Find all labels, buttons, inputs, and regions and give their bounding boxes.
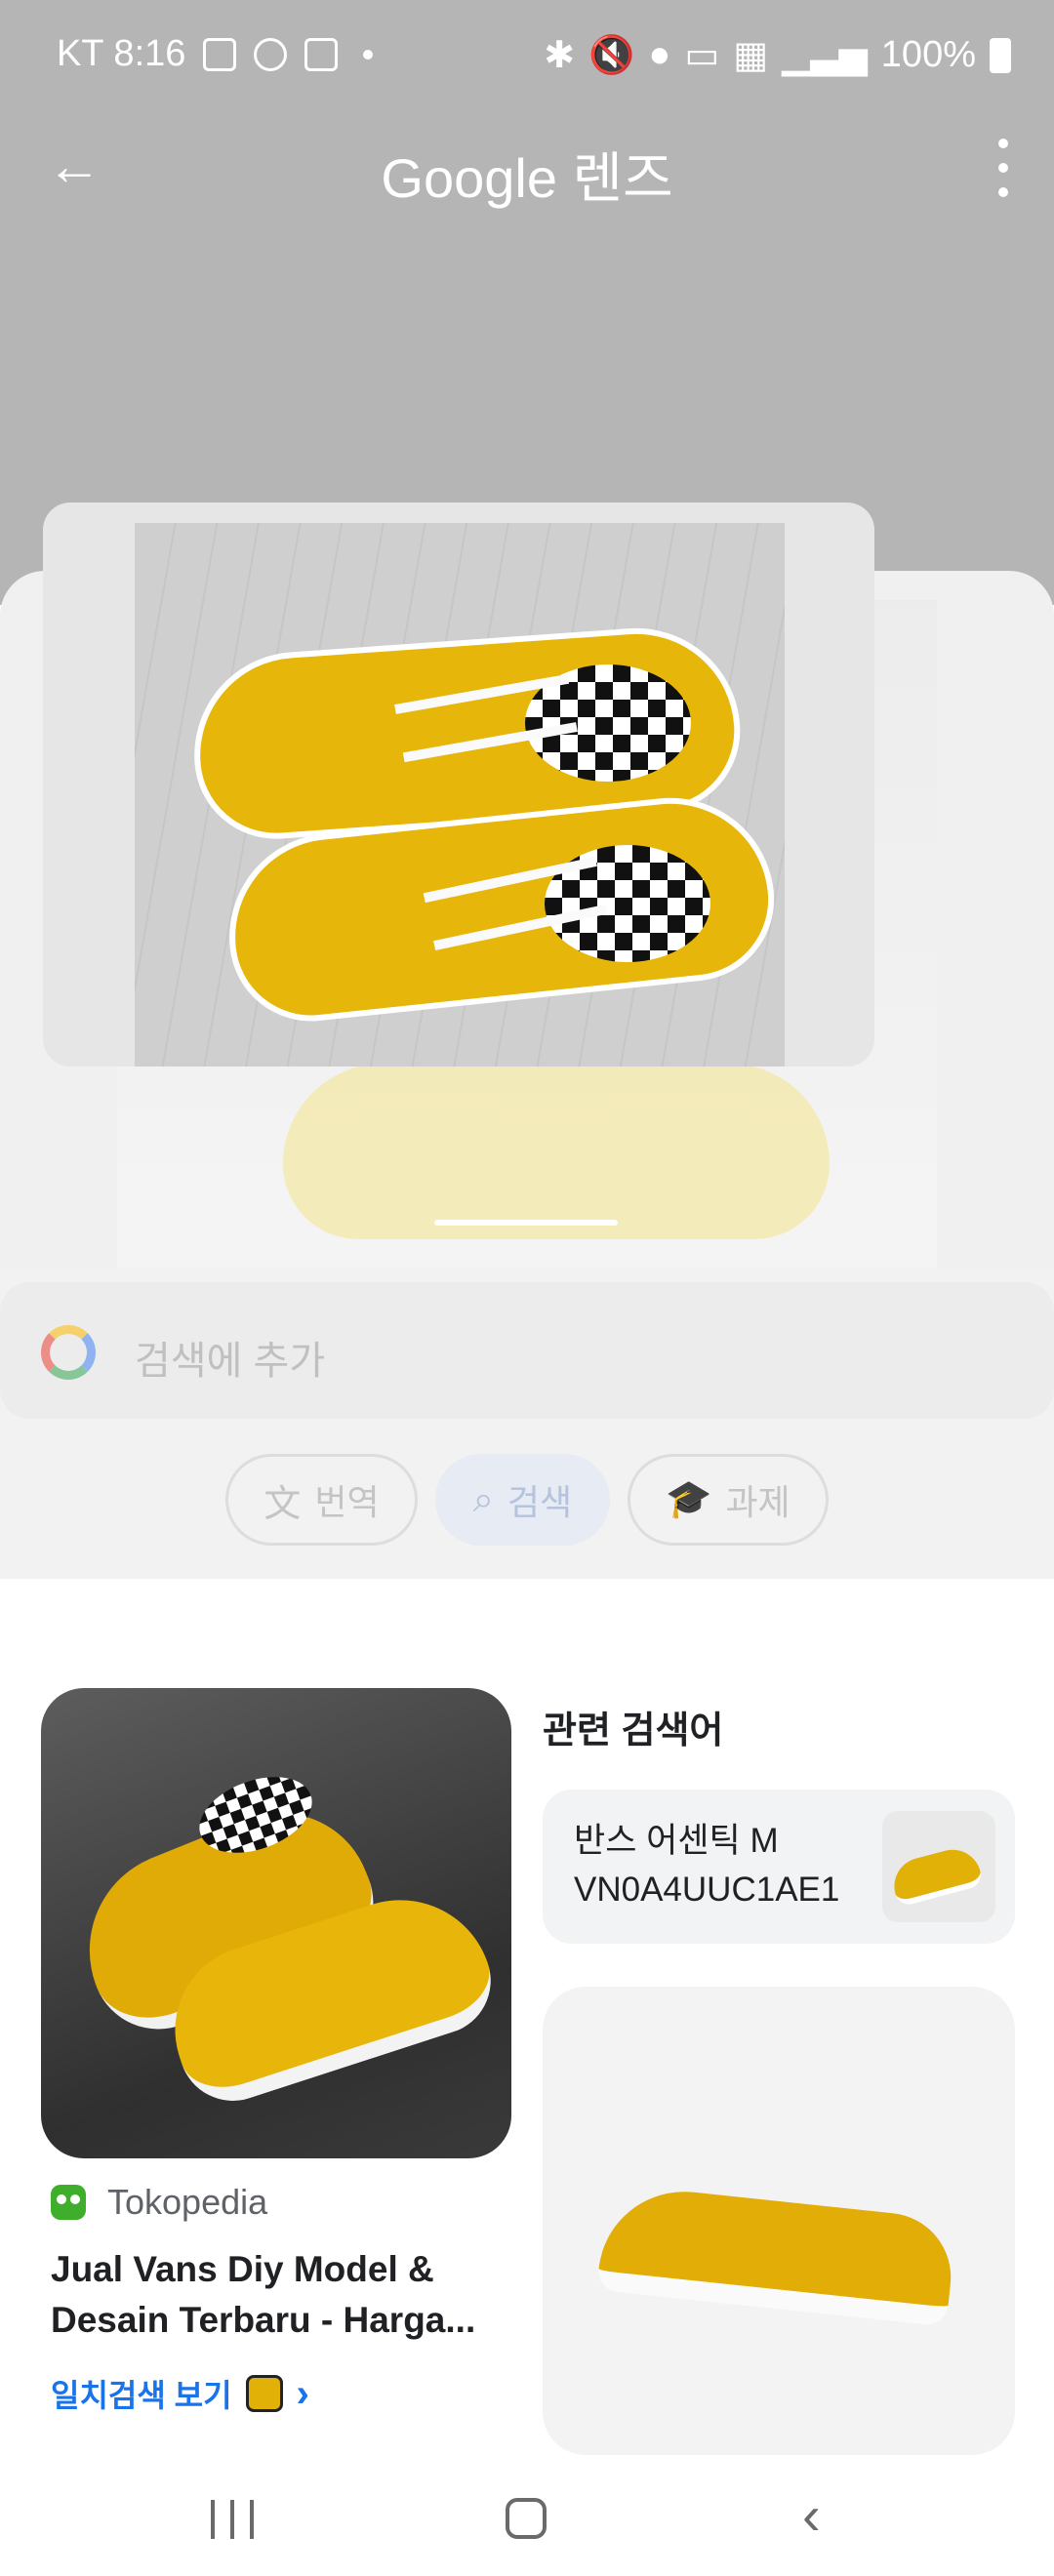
location-icon: ●: [648, 34, 671, 75]
system-nav-bar: ‹: [0, 2459, 1054, 2576]
chip-translate-label: 번역: [314, 1482, 380, 1522]
related-search-chip[interactable]: 반스 어센틱 M VN0A4UUC1AE1: [543, 1790, 1015, 1944]
bluetooth-icon: ✱: [544, 35, 576, 76]
5g-icon: ▦: [733, 35, 769, 76]
tokopedia-icon: [51, 2185, 86, 2220]
app-title: Google 렌즈: [381, 147, 673, 209]
mute-icon: 🔇: [588, 34, 635, 76]
hd-icon: ▭: [684, 35, 720, 76]
result-card-2[interactable]: [543, 1987, 1015, 2455]
result-shoe-image: [596, 2183, 957, 2327]
more-options-button[interactable]: [992, 139, 1015, 197]
battery-icon: [990, 37, 1011, 73]
status-bar: KT 8:16 ✱ 🔇 ● ▭ ▦ ▁▃▅ 100%: [0, 0, 1054, 109]
search-placeholder: 검색에 추가: [135, 1340, 326, 1383]
talk-icon: [254, 37, 288, 71]
recent-apps-button[interactable]: [211, 2500, 254, 2539]
home-button[interactable]: [506, 2498, 547, 2539]
search-area: 검색에 추가 文 번역 ⌕ 검색 🎓 과제: [0, 1268, 1054, 1579]
google-g-icon: [41, 1325, 96, 1380]
recent-apps-icon-bar: [230, 2500, 234, 2539]
view-matches-link[interactable]: 일치검색 보기 ›: [51, 2371, 309, 2416]
source-name: Tokopedia: [107, 2182, 268, 2222]
status-right: ✱ 🔇 ● ▭ ▦ ▁▃▅ 100%: [544, 33, 1011, 77]
result-source[interactable]: Tokopedia: [51, 2182, 267, 2223]
app-bar: ← Google 렌즈: [0, 117, 1054, 215]
status-left: KT 8:16: [57, 33, 374, 75]
nav-back-button[interactable]: ‹: [802, 2488, 821, 2543]
related-search-label: 반스 어센틱 M VN0A4UUC1AE1: [574, 1822, 840, 1909]
more-vert-icon-dot-3: [998, 187, 1008, 197]
gallery-icon: [203, 37, 237, 71]
search-icon: ⌕: [472, 1478, 494, 1520]
chip-homework[interactable]: 🎓 과제: [628, 1454, 829, 1546]
recent-apps-icon-bar: [250, 2500, 254, 2539]
more-vert-icon-dot-1: [998, 139, 1008, 148]
add-to-search-bar[interactable]: 검색에 추가: [0, 1282, 1054, 1419]
instagram-icon: [304, 37, 339, 71]
mode-chips: 文 번역 ⌕ 검색 🎓 과제: [0, 1454, 1054, 1548]
chevron-right-icon: ›: [296, 2371, 309, 2415]
related-searches-heading: 관련 검색어: [543, 1711, 724, 1751]
query-image[interactable]: [135, 523, 785, 1067]
battery-percent: 100%: [880, 34, 976, 75]
chip-search[interactable]: ⌕ 검색: [434, 1454, 611, 1546]
result-title[interactable]: Jual Vans Diy Model & Desain Terbaru - H…: [51, 2244, 490, 2346]
carrier-time: KT 8:16: [57, 33, 186, 74]
signal-icon: ▁▃▅: [782, 35, 868, 76]
result-image[interactable]: [41, 1688, 511, 2158]
view-matches-label: 일치검색 보기: [51, 2378, 232, 2413]
result-title-text: Jual Vans Diy Model & Desain Terbaru - H…: [51, 2249, 476, 2340]
ghost-shoe-image: [283, 1064, 830, 1239]
chip-homework-label: 과제: [725, 1482, 790, 1522]
graduation-cap-icon: 🎓: [666, 1479, 712, 1520]
sheet-drag-handle[interactable]: [434, 1220, 618, 1226]
more-vert-icon-dot-2: [998, 163, 1008, 173]
match-thumbnail: [245, 2375, 283, 2412]
chip-translate[interactable]: 文 번역: [225, 1454, 418, 1546]
chevron-left-icon: ‹: [802, 2484, 821, 2546]
related-shoe-image: [887, 1843, 985, 1908]
dot-icon: [363, 49, 374, 60]
related-search-thumbnail: [882, 1811, 995, 1922]
recent-apps-icon-bar: [211, 2500, 215, 2539]
translate-icon: 文: [264, 1483, 302, 1525]
chip-search-label: 검색: [507, 1482, 573, 1522]
